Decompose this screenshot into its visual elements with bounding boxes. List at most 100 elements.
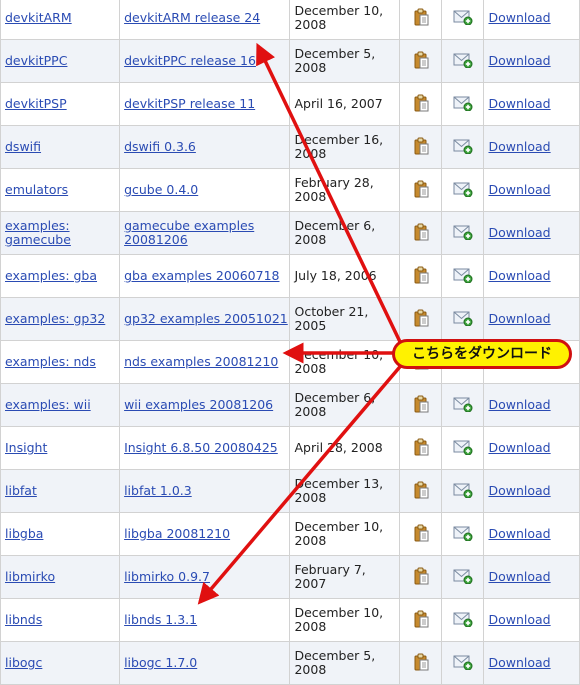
envelope-add-icon[interactable] bbox=[453, 138, 473, 157]
clipboard-icon[interactable] bbox=[413, 524, 429, 545]
package-link[interactable]: dswifi bbox=[5, 139, 41, 154]
package-link[interactable]: libmirko bbox=[5, 569, 55, 584]
clipboard-icon[interactable] bbox=[413, 8, 429, 29]
clipboard-icon[interactable] bbox=[413, 137, 429, 158]
monitor-cell bbox=[441, 211, 485, 255]
date-cell: February 28, 2008 bbox=[289, 168, 401, 212]
download-link[interactable]: Download bbox=[488, 182, 550, 197]
download-link[interactable]: Download bbox=[488, 96, 550, 111]
release-link[interactable]: gba examples 20060718 bbox=[124, 268, 279, 283]
monitor-cell bbox=[441, 426, 485, 470]
release-cell: libnds 1.3.1 bbox=[119, 598, 291, 642]
release-link[interactable]: wii examples 20081206 bbox=[124, 397, 273, 412]
monitor-cell bbox=[441, 168, 485, 212]
download-link[interactable]: Download bbox=[488, 440, 550, 455]
package-link[interactable]: examples: gba bbox=[5, 268, 97, 283]
date-cell: December 6, 2008 bbox=[289, 211, 401, 255]
package-link[interactable]: examples: gamecube bbox=[5, 218, 71, 247]
envelope-add-icon[interactable] bbox=[453, 439, 473, 458]
download-link[interactable]: Download bbox=[488, 655, 550, 670]
envelope-add-icon[interactable] bbox=[453, 95, 473, 114]
download-link[interactable]: Download bbox=[488, 139, 550, 154]
package-link[interactable]: devkitARM bbox=[5, 10, 72, 25]
package-link[interactable]: devkitPSP bbox=[5, 96, 67, 111]
download-link[interactable]: Download bbox=[488, 10, 550, 25]
package-link[interactable]: Insight bbox=[5, 440, 47, 455]
clipboard-icon[interactable] bbox=[413, 223, 429, 244]
download-link[interactable]: Download bbox=[488, 569, 550, 584]
package-cell: libmirko bbox=[0, 555, 121, 599]
package-link[interactable]: examples: gp32 bbox=[5, 311, 105, 326]
release-link[interactable]: gp32 examples 20051021 bbox=[124, 311, 288, 326]
notes-cell bbox=[399, 297, 443, 341]
envelope-add-icon[interactable] bbox=[453, 181, 473, 200]
clipboard-icon[interactable] bbox=[413, 481, 429, 502]
envelope-add-icon[interactable] bbox=[453, 611, 473, 630]
release-date: February 28, 2008 bbox=[294, 175, 374, 204]
release-link[interactable]: devkitPPC release 16 bbox=[124, 53, 256, 68]
clipboard-icon[interactable] bbox=[413, 51, 429, 72]
package-link[interactable]: examples: nds bbox=[5, 354, 96, 369]
package-cell: devkitPSP bbox=[0, 82, 121, 126]
envelope-add-icon[interactable] bbox=[453, 9, 473, 28]
download-link[interactable]: Download bbox=[488, 225, 550, 240]
package-cell: devkitPPC bbox=[0, 39, 121, 83]
date-cell: December 10, 2008 bbox=[289, 340, 401, 384]
release-link[interactable]: libnds 1.3.1 bbox=[124, 612, 197, 627]
envelope-add-icon[interactable] bbox=[453, 396, 473, 415]
clipboard-icon[interactable] bbox=[413, 610, 429, 631]
package-link[interactable]: emulators bbox=[5, 182, 68, 197]
clipboard-icon[interactable] bbox=[413, 567, 429, 588]
release-link[interactable]: gamecube examples 20081206 bbox=[124, 218, 254, 247]
package-link[interactable]: examples: wii bbox=[5, 397, 91, 412]
envelope-add-icon[interactable] bbox=[453, 224, 473, 243]
envelope-add-icon[interactable] bbox=[453, 568, 473, 587]
download-cell: Download bbox=[483, 297, 580, 341]
release-cell: nds examples 20081210 bbox=[119, 340, 291, 384]
clipboard-icon[interactable] bbox=[413, 309, 429, 330]
monitor-cell bbox=[441, 555, 485, 599]
release-link[interactable]: libmirko 0.9.7 bbox=[124, 569, 210, 584]
download-link[interactable]: Download bbox=[488, 53, 550, 68]
clipboard-icon[interactable] bbox=[413, 266, 429, 287]
clipboard-icon[interactable] bbox=[413, 395, 429, 416]
date-cell: February 7, 2007 bbox=[289, 555, 401, 599]
release-link[interactable]: Insight 6.8.50 20080425 bbox=[124, 440, 278, 455]
release-link[interactable]: libfat 1.0.3 bbox=[124, 483, 192, 498]
envelope-add-icon[interactable] bbox=[453, 525, 473, 544]
download-link[interactable]: Download bbox=[488, 311, 550, 326]
release-link[interactable]: devkitPSP release 11 bbox=[124, 96, 255, 111]
release-cell: Insight 6.8.50 20080425 bbox=[119, 426, 291, 470]
download-link[interactable]: Download bbox=[488, 483, 550, 498]
package-cell: libfat bbox=[0, 469, 121, 513]
package-link[interactable]: libnds bbox=[5, 612, 42, 627]
date-cell: October 21, 2005 bbox=[289, 297, 401, 341]
download-link[interactable]: Download bbox=[488, 526, 550, 541]
clipboard-icon[interactable] bbox=[413, 180, 429, 201]
release-date: December 5, 2008 bbox=[294, 648, 376, 677]
download-link[interactable]: Download bbox=[488, 397, 550, 412]
release-link[interactable]: dswifi 0.3.6 bbox=[124, 139, 196, 154]
release-link[interactable]: libogc 1.7.0 bbox=[124, 655, 197, 670]
release-link[interactable]: nds examples 20081210 bbox=[124, 354, 278, 369]
envelope-add-icon[interactable] bbox=[453, 654, 473, 673]
release-link[interactable]: devkitARM release 24 bbox=[124, 10, 260, 25]
envelope-add-icon[interactable] bbox=[453, 310, 473, 329]
clipboard-icon[interactable] bbox=[413, 94, 429, 115]
notes-cell bbox=[399, 254, 443, 298]
clipboard-icon[interactable] bbox=[413, 653, 429, 674]
release-link[interactable]: libgba 20081210 bbox=[124, 526, 230, 541]
package-link[interactable]: libfat bbox=[5, 483, 37, 498]
envelope-add-icon[interactable] bbox=[453, 267, 473, 286]
clipboard-icon[interactable] bbox=[413, 438, 429, 459]
release-cell: wii examples 20081206 bbox=[119, 383, 291, 427]
package-link[interactable]: libgba bbox=[5, 526, 43, 541]
download-link[interactable]: Download bbox=[488, 612, 550, 627]
package-link[interactable]: devkitPPC bbox=[5, 53, 67, 68]
download-link[interactable]: Download bbox=[488, 268, 550, 283]
release-link[interactable]: gcube 0.4.0 bbox=[124, 182, 198, 197]
package-link[interactable]: libogc bbox=[5, 655, 42, 670]
envelope-add-icon[interactable] bbox=[453, 52, 473, 71]
envelope-add-icon[interactable] bbox=[453, 482, 473, 501]
notes-cell bbox=[399, 469, 443, 513]
